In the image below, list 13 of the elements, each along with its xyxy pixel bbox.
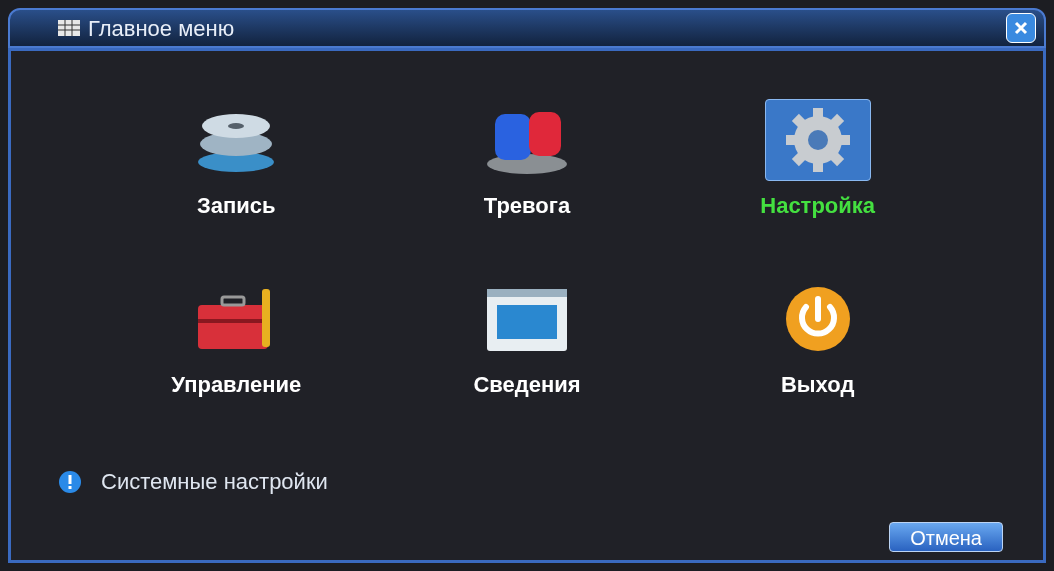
menu-item[interactable]: Тревога [381,99,673,222]
info-icon [59,470,81,493]
close-icon [1013,20,1029,36]
hint-text: Системные настройки [101,468,328,496]
menu-item[interactable]: Выход [672,278,963,401]
window-title: Главное меню [88,14,235,43]
close-button[interactable] [1006,13,1036,43]
grid-icon [58,20,80,36]
menu-item[interactable]: Запись [91,99,382,222]
menu-item[interactable]: Настройка [672,99,963,222]
menu-item[interactable]: Сведения [381,278,673,401]
cancel-button[interactable]: Отмена [889,522,1003,552]
menu-item[interactable]: Управление [91,278,382,401]
